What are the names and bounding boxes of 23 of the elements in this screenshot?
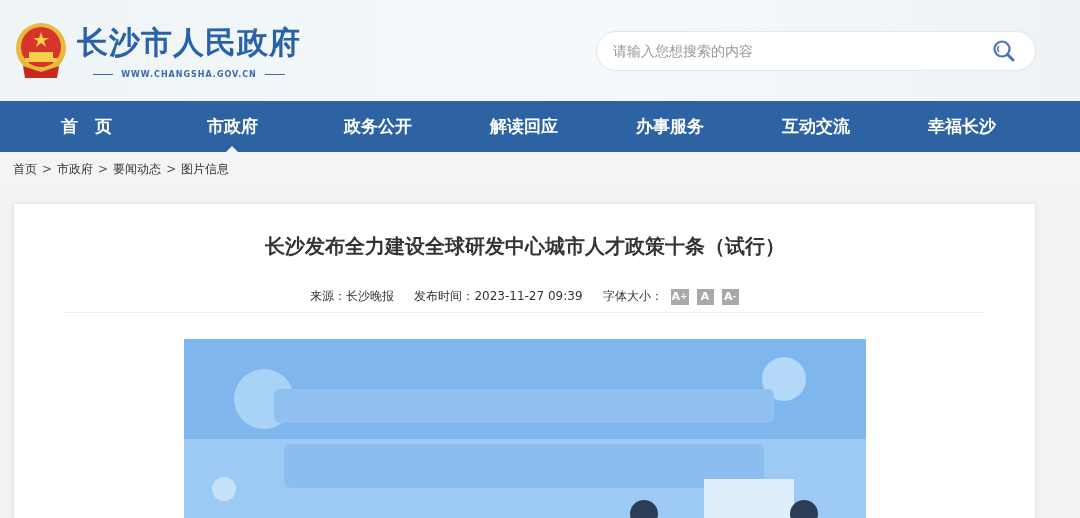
search-field[interactable]: 请输入您想搜索的内容 <box>596 30 1036 71</box>
breadcrumb-separator: > <box>42 162 53 176</box>
breadcrumb-link[interactable]: 首页 <box>13 160 37 178</box>
breadcrumb-separator: > <box>98 162 109 176</box>
nav-tab[interactable]: 互动交流 <box>743 101 889 152</box>
meta-text: 来源：长沙晚报 <box>310 288 395 305</box>
meta-text: 发布时间：2023-11-27 09:39 <box>414 288 583 305</box>
emblem-icon <box>15 21 67 80</box>
nav-tab[interactable]: 幸福长沙 <box>889 101 1035 152</box>
nav-tab[interactable]: 市政府 <box>159 101 305 152</box>
article-title: 长沙发布全力建设全球研发中心城市人才政策十条（试行） <box>264 233 785 260</box>
breadcrumb-link[interactable]: 要闻动态 <box>113 160 162 178</box>
nav-tab[interactable]: 办事服务 <box>597 101 743 152</box>
breadcrumb-link[interactable]: 图片信息 <box>181 160 230 178</box>
search-icon[interactable] <box>992 38 1016 63</box>
font-size-label: 字体大小： <box>602 288 663 305</box>
site-url: WWW.CHANGSHA.GOV.CN <box>121 70 257 79</box>
breadcrumb-separator: > <box>166 162 177 176</box>
nav-tab[interactable]: 解读回应 <box>451 101 597 152</box>
nav-tab[interactable]: 首 页 <box>13 101 159 152</box>
nav-tab[interactable]: 政务公开 <box>305 101 451 152</box>
breadcrumb-link[interactable]: 市政府 <box>57 160 94 178</box>
site-name: 长沙市人民政府 <box>77 23 301 62</box>
